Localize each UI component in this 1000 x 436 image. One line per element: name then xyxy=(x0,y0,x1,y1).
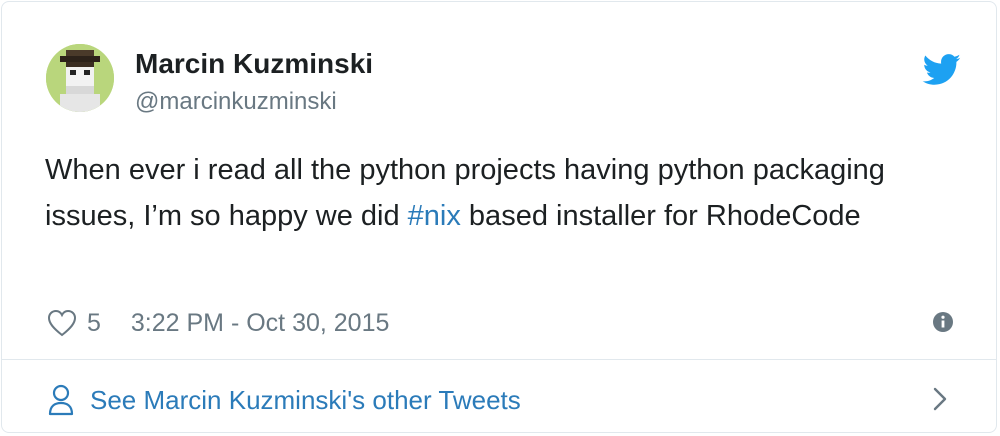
info-icon[interactable] xyxy=(932,311,954,333)
person-icon xyxy=(48,384,74,416)
hashtag-link[interactable]: #nix xyxy=(408,200,461,232)
heart-icon[interactable] xyxy=(47,309,77,337)
tweet-text-part2: based installer for RhodeCode xyxy=(460,200,861,232)
tweet-meta: 5 3:22 PM - Oct 30, 2015 xyxy=(47,307,389,339)
tweet-card: Marcin Kuzminski @marcinkuzminski When e… xyxy=(1,1,997,433)
author-handle[interactable]: @marcinkuzminski xyxy=(135,88,337,116)
pixel-avatar-icon xyxy=(46,44,114,112)
tweet-timestamp[interactable]: 3:22 PM - Oct 30, 2015 xyxy=(131,309,389,338)
like-count: 5 xyxy=(87,308,101,337)
tweet-text: When ever i read all the python projects… xyxy=(45,147,945,239)
chevron-right-icon[interactable] xyxy=(930,384,950,414)
twitter-bird-icon[interactable] xyxy=(922,54,962,86)
other-tweets-label: See Marcin Kuzminski's other Tweets xyxy=(90,384,521,415)
divider xyxy=(2,359,996,360)
other-tweets-link[interactable]: See Marcin Kuzminski's other Tweets xyxy=(48,380,521,420)
author-name[interactable]: Marcin Kuzminski xyxy=(135,48,373,80)
avatar[interactable] xyxy=(46,44,114,112)
